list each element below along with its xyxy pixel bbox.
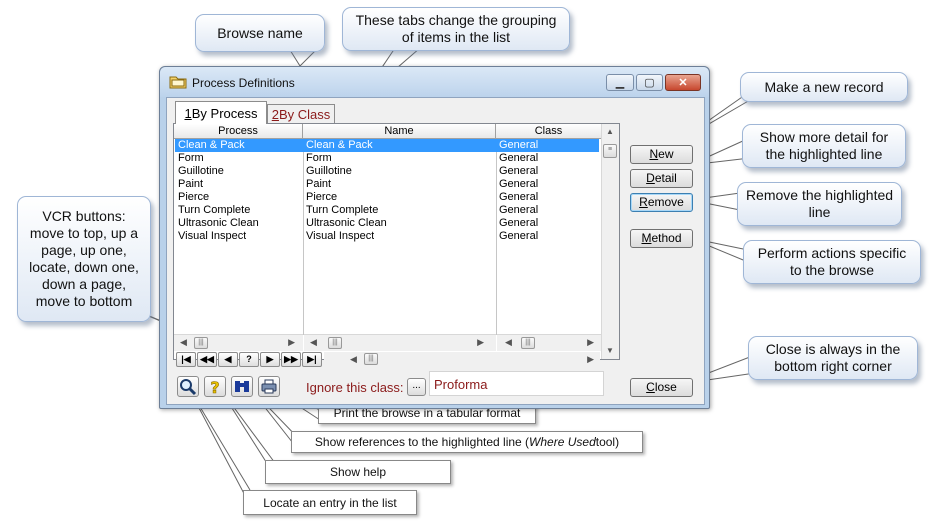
cell-name: Paint [306, 178, 332, 190]
maximize-button[interactable]: ▢ [636, 74, 663, 91]
cell-class: General [499, 204, 539, 216]
help-icon: ? [210, 378, 220, 398]
list-vertical-scrollbar[interactable]: ▲ ≡ ▼ [601, 124, 619, 359]
down-one-button[interactable]: ▶ [260, 352, 280, 367]
help-tool-button[interactable]: ? [204, 376, 226, 397]
magnifier-icon [180, 379, 197, 396]
process-list[interactable]: Process Name Class Clean & Pack Clean & P… [173, 123, 620, 367]
callout-close: Close is always in the bottom right corn… [748, 336, 918, 380]
note-where-used: Show references to the highlighted line … [291, 431, 643, 453]
move-to-bottom-button[interactable]: ▶| [302, 352, 322, 367]
close-window-button[interactable]: ✕ [665, 74, 701, 91]
cell-process: Pierce [178, 191, 210, 203]
printer-icon [261, 379, 277, 394]
folder-icon [169, 76, 187, 89]
cell-name: Pierce [306, 191, 338, 203]
cell-name: Form [306, 152, 332, 164]
cell-class: General [499, 230, 539, 242]
svg-text:?: ? [210, 378, 219, 396]
name-column-scrollbar[interactable]: ◀ ||| ▶ [304, 334, 496, 351]
cell-process: Visual Inspect [178, 230, 247, 242]
table-row[interactable]: Form Form General [175, 152, 599, 165]
column-header-class[interactable]: Class [496, 124, 602, 139]
locate-button[interactable]: ? [239, 352, 259, 367]
tab-by-class[interactable]: 2 By Class [267, 104, 335, 124]
cell-process: Form [178, 152, 204, 164]
bottom-scrollbar[interactable]: ◀ ||| ▶ [324, 352, 600, 367]
cell-class: General [499, 165, 539, 177]
ignore-class-label: Ignore this class: [306, 380, 404, 395]
ignore-class-field[interactable]: Proforma [429, 371, 604, 396]
print-tool-button[interactable] [258, 376, 280, 397]
cell-name: Ultrasonic Clean [306, 217, 387, 229]
window-client: 1 By Process 2 By Class Process Name Cla… [166, 97, 705, 405]
cell-class: General [499, 139, 539, 151]
table-row[interactable]: Visual Inspect Visual Inspect General [175, 230, 599, 243]
cell-name: Guillotine [306, 165, 352, 177]
column-header-name[interactable]: Name [303, 124, 496, 139]
callout-tabs: These tabs change the grouping of items … [342, 7, 570, 51]
close-button[interactable]: Close [630, 378, 693, 397]
tab-by-process[interactable]: 1 By Process [175, 101, 267, 124]
note-locate: Locate an entry in the list [243, 490, 417, 515]
new-button[interactable]: New [630, 145, 693, 164]
table-row[interactable]: Clean & Pack Clean & Pack General [175, 139, 599, 152]
window-title: Process Definitions [192, 76, 295, 90]
column-header-process[interactable]: Process [174, 124, 303, 139]
callout-method: Perform actions specific to the browse [743, 240, 921, 284]
table-row[interactable]: Ultrasonic Clean Ultrasonic Clean General [175, 217, 599, 230]
locate-tool-button[interactable] [177, 376, 199, 397]
callout-detail: Show more detail for the highlighted lin… [742, 124, 906, 168]
callout-new-record: Make a new record [740, 72, 908, 102]
callout-vcr: VCR buttons: move to top, up a page, up … [17, 196, 151, 322]
cell-name: Visual Inspect [306, 230, 375, 242]
minimize-button[interactable]: ▁ [606, 74, 634, 91]
cell-process: Guillotine [178, 165, 224, 177]
class-column-scrollbar[interactable]: ◀ ||| ▶ [497, 334, 602, 351]
page-down-button[interactable]: ▶▶ [281, 352, 301, 367]
cell-process: Paint [178, 178, 204, 190]
process-column-scrollbar[interactable]: ◀ ||| ▶ [174, 334, 303, 351]
cell-name: Clean & Pack [306, 139, 373, 151]
page-up-button[interactable]: ◀◀ [197, 352, 217, 367]
move-to-top-button[interactable]: |◀ [176, 352, 196, 367]
ignore-class-lookup-button[interactable]: ... [407, 378, 426, 396]
detail-button[interactable]: Detail [630, 169, 693, 188]
up-one-button[interactable]: ◀ [218, 352, 238, 367]
cell-name: Turn Complete [306, 204, 379, 216]
table-row[interactable]: Paint Paint General [175, 178, 599, 191]
cell-process: Ultrasonic Clean [178, 217, 259, 229]
method-button[interactable]: Method [630, 229, 693, 248]
cell-class: General [499, 191, 539, 203]
callout-browse-name: Browse name [195, 14, 325, 52]
callout-remove: Remove the highlighted line [737, 182, 902, 226]
title-bar[interactable]: Process Definitions ▁ ▢ ✕ [160, 67, 709, 97]
remove-button[interactable]: Remove [630, 193, 693, 212]
cell-class: General [499, 152, 539, 164]
process-definitions-window: Process Definitions ▁ ▢ ✕ 1 By Process 2… [159, 66, 710, 409]
table-row[interactable]: Guillotine Guillotine General [175, 165, 599, 178]
cell-class: General [499, 217, 539, 229]
table-row[interactable]: Turn Complete Turn Complete General [175, 204, 599, 217]
table-row[interactable]: Pierce Pierce General [175, 191, 599, 204]
binoculars-icon [235, 381, 249, 392]
cell-class: General [499, 178, 539, 190]
note-help: Show help [265, 460, 451, 484]
where-used-tool-button[interactable] [231, 376, 253, 397]
cell-process: Turn Complete [178, 204, 251, 216]
cell-process: Clean & Pack [178, 139, 245, 151]
